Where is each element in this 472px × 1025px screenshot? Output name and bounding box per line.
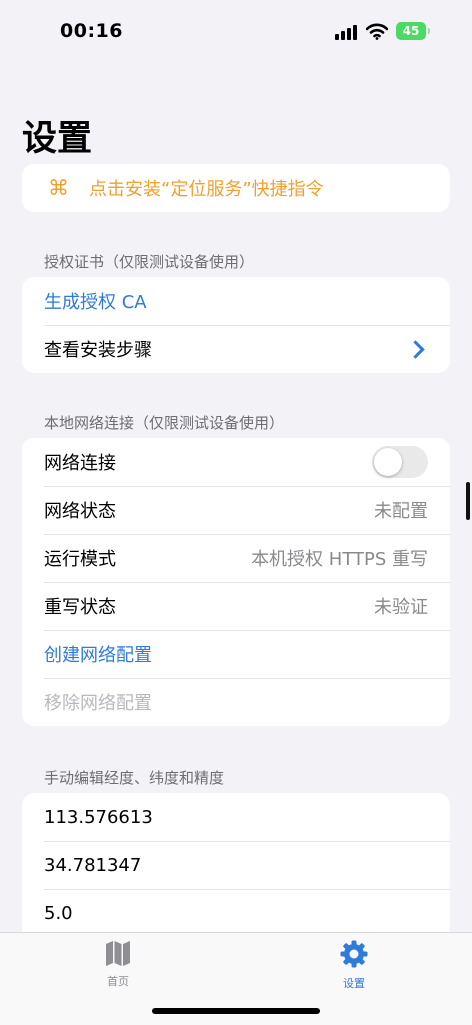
create-network-config-label: 创建网络配置: [44, 645, 152, 666]
map-icon: [106, 941, 130, 966]
network-card: 网络连接 网络状态 未配置 运行模式 本机授权 HTTPS 重写 重写状态 未验…: [22, 438, 450, 726]
rewrite-status-value: 未验证: [374, 597, 428, 618]
manual-section-header: 手动编辑经度、纬度和精度: [44, 769, 225, 787]
chevron-right-icon: [406, 339, 425, 359]
longitude-value: 113.576613: [44, 806, 153, 828]
status-bar: 00:16 45: [0, 0, 472, 64]
network-status-row: 网络状态 未配置: [22, 486, 450, 534]
accuracy-value: 5.0: [44, 902, 73, 924]
manual-edit-card: 113.576613 34.781347 5.0: [22, 793, 450, 932]
tab-home[interactable]: 首页: [78, 939, 158, 989]
view-install-steps-row[interactable]: 查看安装步骤: [22, 325, 450, 373]
network-connection-toggle[interactable]: [372, 446, 428, 478]
install-shortcut-button[interactable]: ⌘ 点击安装“定位服务”快捷指令: [22, 164, 450, 212]
tab-home-label: 首页: [107, 975, 129, 988]
rewrite-status-row: 重写状态 未验证: [22, 582, 450, 630]
latitude-field[interactable]: 34.781347: [22, 841, 450, 889]
rewrite-status-label: 重写状态: [44, 597, 116, 618]
generate-ca-label: 生成授权 CA: [44, 292, 147, 313]
install-shortcut-label: 点击安装“定位服务”快捷指令: [89, 179, 324, 200]
network-section-header: 本地网络连接（仅限测试设备使用）: [44, 414, 285, 432]
run-mode-value: 本机授权 HTTPS 重写: [251, 549, 428, 570]
scrollbar[interactable]: [466, 482, 470, 520]
remove-network-config-label: 移除网络配置: [44, 693, 152, 714]
view-install-steps-label: 查看安装步骤: [44, 340, 152, 361]
network-connection-label: 网络连接: [44, 453, 116, 474]
generate-ca-button[interactable]: 生成授权 CA: [22, 277, 450, 325]
wifi-icon: [366, 23, 388, 40]
home-indicator[interactable]: [152, 1008, 320, 1014]
cert-section-header: 授权证书（仅限测试设备使用）: [44, 253, 255, 271]
accuracy-field[interactable]: 5.0: [22, 889, 450, 932]
gear-icon: [340, 940, 368, 968]
cellular-signal-icon: [335, 24, 361, 40]
run-mode-label: 运行模式: [44, 549, 116, 570]
longitude-field[interactable]: 113.576613: [22, 793, 450, 841]
shortcut-card: ⌘ 点击安装“定位服务”快捷指令: [22, 164, 450, 212]
tab-settings-label: 设置: [343, 977, 365, 990]
latitude-value: 34.781347: [44, 854, 142, 876]
command-icon: ⌘: [48, 176, 69, 200]
battery-level: 45: [402, 24, 420, 38]
run-mode-row: 运行模式 本机授权 HTTPS 重写: [22, 534, 450, 582]
network-status-label: 网络状态: [44, 501, 116, 522]
network-connection-row: 网络连接: [22, 438, 450, 486]
toggle-knob: [374, 448, 402, 476]
status-time: 00:16: [60, 20, 123, 42]
tab-settings[interactable]: 设置: [314, 939, 394, 991]
network-status-value: 未配置: [374, 501, 428, 522]
cert-card: 生成授权 CA 查看安装步骤: [22, 277, 450, 373]
create-network-config-button[interactable]: 创建网络配置: [22, 630, 450, 678]
page-title: 设置: [22, 119, 93, 159]
battery-icon: 45: [396, 22, 430, 40]
remove-network-config-button: 移除网络配置: [22, 678, 450, 726]
